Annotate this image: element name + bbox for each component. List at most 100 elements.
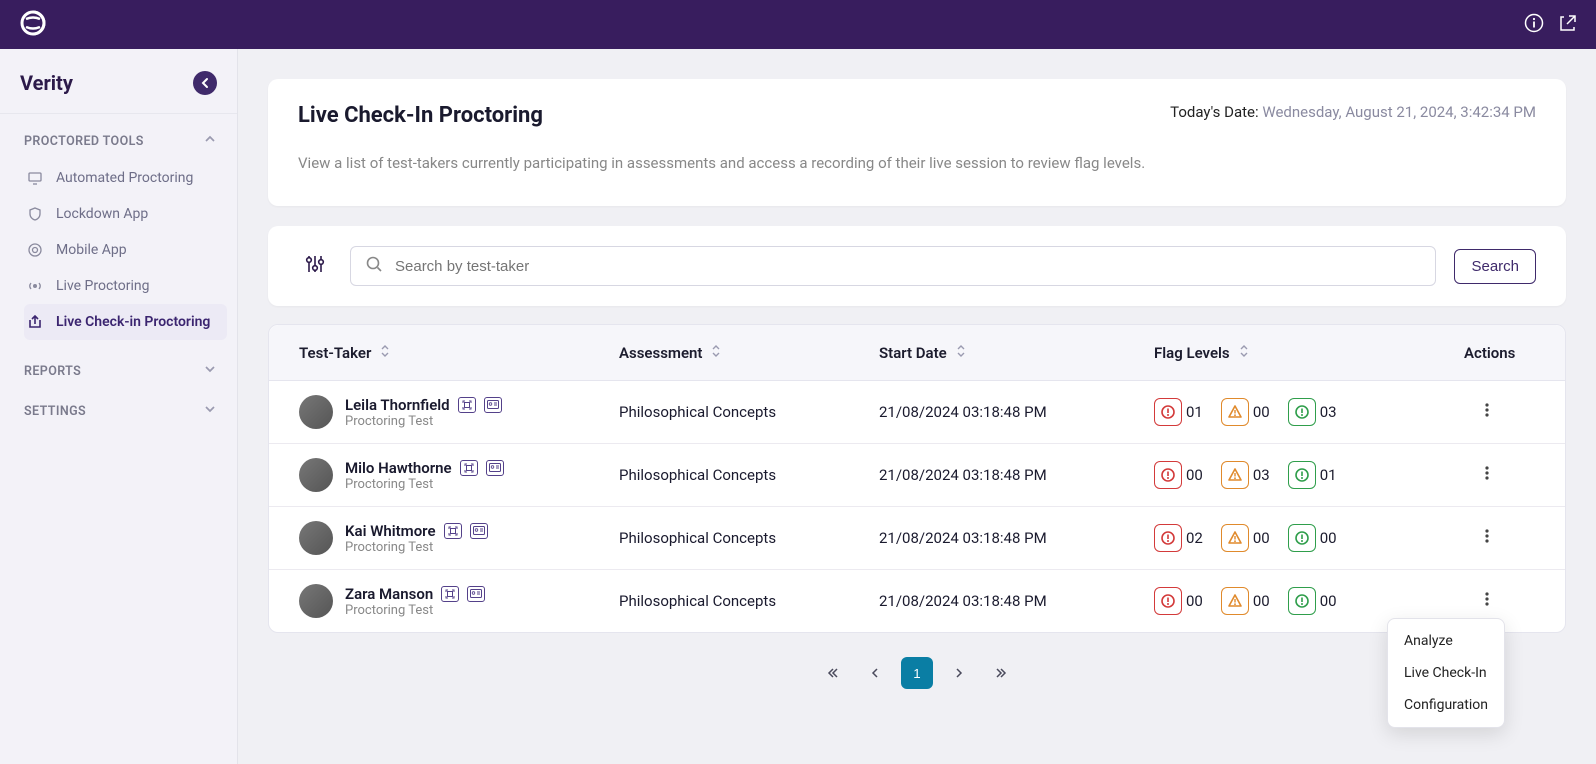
sort-icon: [379, 344, 391, 362]
nav-label: Automated Proctoring: [56, 170, 193, 186]
nav-section-label: SETTINGS: [24, 404, 86, 419]
th-test-taker[interactable]: Test-Taker: [299, 344, 619, 362]
flag-orange-value: 00: [1253, 403, 1270, 421]
pagination: 1: [268, 633, 1566, 699]
page-next-button[interactable]: [943, 657, 975, 689]
sort-icon: [955, 344, 967, 362]
page-prev-button[interactable]: [859, 657, 891, 689]
avatar: [299, 458, 333, 492]
table-row: Leila Thornfield Proctoring Test Philoso…: [269, 381, 1565, 444]
flag-levels-cell: 02 00 00: [1154, 524, 1454, 552]
start-date-cell: 21/08/2024 03:18:48 PM: [879, 403, 1154, 421]
nav-label: Live Check-in Proctoring: [56, 314, 210, 330]
th-label: Start Date: [879, 344, 947, 362]
topbar: [0, 0, 1596, 49]
checkin-icon: [26, 314, 44, 330]
page-first-button[interactable]: [817, 657, 849, 689]
search-card: Search: [268, 226, 1566, 306]
fullscreen-icon[interactable]: [458, 397, 476, 413]
flag-green-value: 03: [1320, 403, 1337, 421]
search-button[interactable]: Search: [1454, 249, 1536, 284]
nav-section-proctored-tools[interactable]: PROCTORED TOOLS: [24, 132, 227, 150]
id-card-icon[interactable]: [486, 460, 504, 476]
nav-section-reports[interactable]: REPORTS: [24, 362, 227, 380]
th-start-date[interactable]: Start Date: [879, 344, 1154, 362]
search-field[interactable]: [350, 246, 1436, 286]
sidebar-item-automated-proctoring[interactable]: Automated Proctoring: [24, 160, 227, 196]
search-input[interactable]: [395, 258, 1421, 275]
page-title: Live Check-In Proctoring: [298, 103, 543, 128]
flag-red-value: 02: [1186, 529, 1203, 547]
fullscreen-icon[interactable]: [441, 586, 459, 602]
th-flag-levels[interactable]: Flag Levels: [1154, 344, 1454, 362]
actions-dropdown: Analyze Live Check-In Configuration: [1387, 618, 1505, 728]
th-assessment[interactable]: Assessment: [619, 344, 879, 362]
sort-icon: [1238, 344, 1250, 362]
sort-icon: [710, 344, 722, 362]
start-date-cell: 21/08/2024 03:18:48 PM: [879, 592, 1154, 610]
fullscreen-icon[interactable]: [444, 523, 462, 539]
flag-green-value: 01: [1320, 466, 1337, 484]
flag-orange-icon: [1221, 461, 1249, 489]
th-label: Flag Levels: [1154, 344, 1230, 362]
sidebar-item-lockdown-app[interactable]: Lockdown App: [24, 196, 227, 232]
page-subtitle: View a list of test-takers currently par…: [298, 128, 1536, 172]
row-actions-button[interactable]: [1474, 523, 1500, 553]
sidebar-item-live-proctoring[interactable]: Live Proctoring: [24, 268, 227, 304]
info-icon[interactable]: [1524, 13, 1544, 37]
page-last-button[interactable]: [985, 657, 1017, 689]
flag-red-value: 01: [1186, 403, 1203, 421]
avatar: [299, 584, 333, 618]
taker-subtitle: Proctoring Test: [345, 414, 502, 429]
table-row: Zara Manson Proctoring Test Philosophica…: [269, 570, 1565, 632]
assessment-cell: Philosophical Concepts: [619, 592, 879, 610]
table-row: Kai Whitmore Proctoring Test Philosophic…: [269, 507, 1565, 570]
flag-orange-value: 00: [1253, 592, 1270, 610]
taker-subtitle: Proctoring Test: [345, 603, 485, 618]
external-link-icon[interactable]: [1558, 13, 1578, 37]
taker-name: Kai Whitmore: [345, 522, 436, 540]
th-label: Test-Taker: [299, 344, 371, 362]
taker-name: Leila Thornfield: [345, 396, 450, 414]
row-actions-button[interactable]: [1474, 397, 1500, 427]
start-date-cell: 21/08/2024 03:18:48 PM: [879, 529, 1154, 547]
chevron-down-icon: [203, 362, 217, 380]
flag-orange-value: 03: [1253, 466, 1270, 484]
flag-levels-cell: 01 00 03: [1154, 398, 1454, 426]
th-label: Assessment: [619, 344, 702, 362]
flag-green-value: 00: [1320, 592, 1337, 610]
flag-green-icon: [1288, 398, 1316, 426]
dropdown-item-configuration[interactable]: Configuration: [1388, 689, 1504, 721]
fullscreen-icon[interactable]: [460, 460, 478, 476]
sidebar-item-mobile-app[interactable]: Mobile App: [24, 232, 227, 268]
id-card-icon[interactable]: [467, 586, 485, 602]
nav-section-label: PROCTORED TOOLS: [24, 134, 144, 149]
row-actions-button[interactable]: [1474, 460, 1500, 490]
date-label: Today's Date:: [1170, 103, 1262, 121]
dropdown-item-analyze[interactable]: Analyze: [1388, 625, 1504, 657]
sidebar-item-live-checkin-proctoring[interactable]: Live Check-in Proctoring: [24, 304, 227, 340]
nav-label: Mobile App: [56, 242, 127, 258]
flag-red-value: 00: [1186, 592, 1203, 610]
row-actions-button[interactable]: [1474, 586, 1500, 616]
page-number-button[interactable]: 1: [901, 657, 933, 689]
id-card-icon[interactable]: [470, 523, 488, 539]
id-card-icon[interactable]: [484, 397, 502, 413]
app-logo-icon[interactable]: [18, 8, 48, 42]
flag-red-icon: [1154, 587, 1182, 615]
shield-icon: [26, 206, 44, 222]
taker-subtitle: Proctoring Test: [345, 477, 504, 492]
dropdown-item-live-checkin[interactable]: Live Check-In: [1388, 657, 1504, 689]
nav-section-settings[interactable]: SETTINGS: [24, 402, 227, 420]
date-value: Wednesday, August 21, 2024, 3:42:34 PM: [1262, 103, 1536, 121]
flag-red-icon: [1154, 461, 1182, 489]
monitor-icon: [26, 170, 44, 186]
nav-label: Lockdown App: [56, 206, 148, 222]
taker-name: Zara Manson: [345, 585, 433, 603]
collapse-sidebar-button[interactable]: [193, 71, 217, 95]
flag-green-icon: [1288, 587, 1316, 615]
assessment-cell: Philosophical Concepts: [619, 403, 879, 421]
filter-icon[interactable]: [298, 249, 332, 283]
avatar: [299, 521, 333, 555]
table-row: Milo Hawthorne Proctoring Test Philosoph…: [269, 444, 1565, 507]
